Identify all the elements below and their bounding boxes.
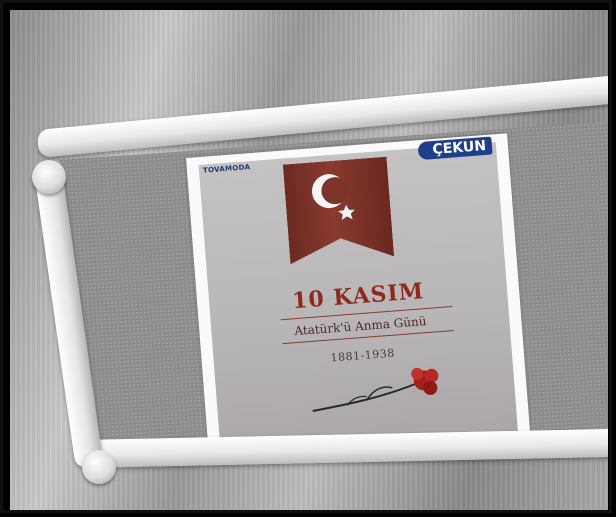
carnation-icon	[312, 367, 439, 413]
frame-corner	[32, 160, 66, 194]
frame-corner	[82, 450, 116, 484]
sponsor-logo-right: ÇEKUN	[417, 136, 493, 161]
photo-scene: TOVAMODA ÇEKUN 10 KASIM Atatürk'ü Anma G…	[10, 10, 608, 510]
poster-background: TOVAMODA ÇEKUN 10 KASIM Atatürk'ü Anma G…	[198, 136, 519, 457]
memorial-poster: TOVAMODA ÇEKUN 10 KASIM Atatürk'ü Anma G…	[186, 133, 531, 458]
sponsor-logo-left: TOVAMODA	[202, 163, 251, 175]
crescent-and-star-icon	[283, 157, 393, 245]
flag-banner	[283, 157, 394, 265]
